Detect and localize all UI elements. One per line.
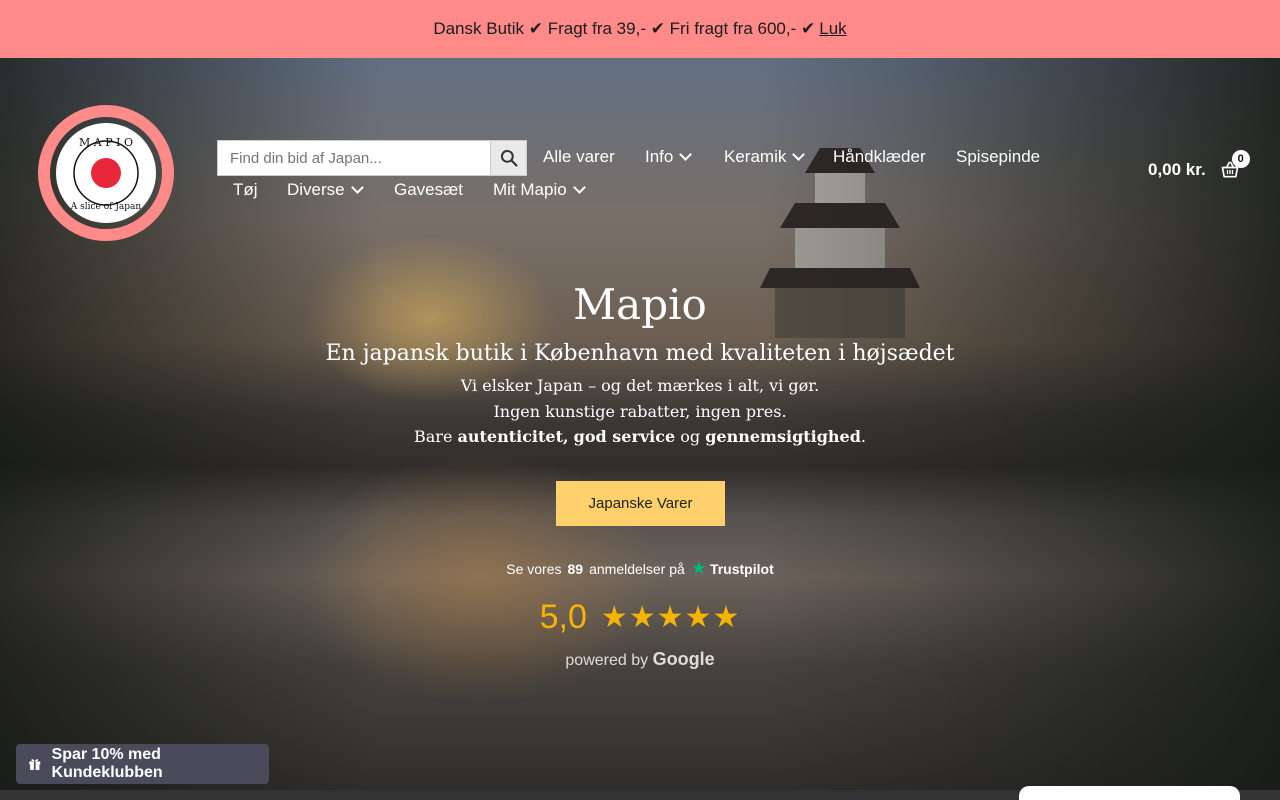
logo-tagline: A slice of Japan [70,202,142,212]
chevron-down-icon [572,181,586,194]
chevron-down-icon [679,148,693,161]
nav-item-alle-varer[interactable]: Alle varer [543,147,615,167]
cart-widget[interactable]: 0,00 kr. 0 [1148,150,1250,180]
nav-item-handklaeder[interactable]: Håndklæder [833,147,926,167]
trustpilot-star-icon: ★ [690,558,707,578]
nav-item-spisepinde[interactable]: Spisepinde [956,147,1040,167]
mapio-logo[interactable]: M A P I O A slice of Japan [35,104,177,242]
search-input[interactable] [217,140,491,176]
trustpilot-widget[interactable]: Se vores 89 anmeldelser på ★ Trustpilot [0,558,1280,579]
announcement-text: Dansk Butik ✔ Fragt fra 39,- ✔ Fri fragt… [433,19,816,38]
cart-count-badge: 0 [1231,150,1250,168]
trustpilot-prefix: Se vores [506,560,562,577]
hero-line-1: Vi elsker Japan – og det mærkes i alt, v… [460,376,820,395]
highlight-god-service: god service [573,427,676,446]
google-rating-score: 5,0 [539,598,587,636]
hero-title: Mapio [573,280,707,329]
nav-item-keramik[interactable]: Keramik [724,147,806,167]
announcement-bar: Dansk Butik ✔ Fragt fra 39,- ✔ Fri fragt… [0,0,1280,58]
google-logo-text: Google [652,649,715,669]
trustpilot-review-count: 89 [567,560,584,577]
kundeklub-label: Spar 10% med Kundeklubben [51,746,163,781]
nav-item-mit-mapio[interactable]: Mit Mapio [493,180,586,200]
logo-letters: M A P I O [79,136,133,149]
kundeklub-button[interactable]: Spar 10% med Kundeklubben [16,744,269,784]
nav-item-diverse[interactable]: Diverse [287,180,364,200]
nav-item-toj[interactable]: Tøj [233,180,258,200]
search-bar [217,140,527,176]
trustpilot-brand[interactable]: ★ Trustpilot [691,558,774,579]
nav-item-info[interactable]: Info [645,147,693,167]
hero-line-2: Ingen kunstige rabatter, ingen pres. [493,402,787,421]
google-rating-stars: ★★★★★ [600,601,741,634]
japanske-varer-button[interactable]: Japanske Varer [556,481,725,526]
hero-subtitle: En japansk butik i København med kvalite… [325,341,955,366]
cart-total[interactable]: 0,00 kr. [1148,160,1206,180]
search-button[interactable] [491,140,527,176]
highlight-gennemsigtighed: gennemsigtighed [705,427,861,446]
red-sun-dot [91,158,121,188]
google-rating: 5,0 ★★★★★ [0,598,1280,637]
chevron-down-icon [350,181,364,194]
highlight-autenticitet: autenticitet [457,427,563,446]
trustpilot-suffix: anmeldelser på [589,560,685,577]
search-icon [500,149,518,167]
hero-line-3: Bare autenticitet, god service og gennem… [414,427,866,446]
basket-icon[interactable]: 0 [1220,150,1250,180]
chevron-down-icon [792,148,806,161]
gift-icon [29,759,41,770]
chat-widget-tab[interactable] [1019,786,1240,800]
nav-item-gavesaet[interactable]: Gavesæt [394,180,463,200]
announcement-close-link[interactable]: Luk [819,19,846,39]
powered-by-google: powered by Google [565,649,715,669]
